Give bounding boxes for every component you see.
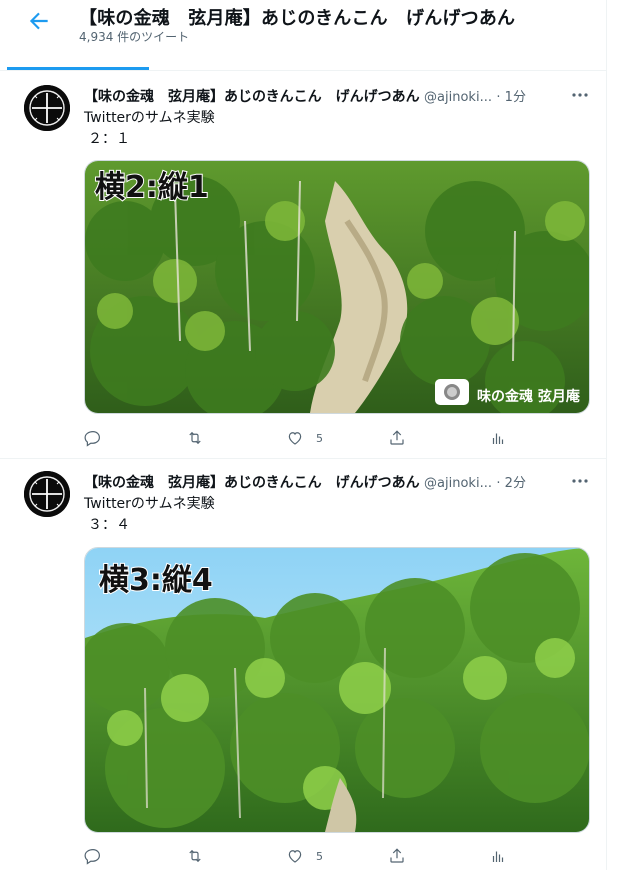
analytics-button[interactable] — [489, 427, 507, 449]
retweet-icon — [189, 849, 201, 863]
forest-sky-photo: 横3:縦4 — [85, 548, 589, 832]
handle[interactable]: @ajinoki... — [424, 476, 492, 491]
tweet-text-line: Twitterのサムネ実験 — [84, 496, 215, 512]
image-watermark: 味の金魂 弦月庵 — [477, 388, 581, 405]
tweet-text-line: ３：４ — [88, 517, 130, 533]
like-count: 5 — [316, 431, 323, 445]
tweet-text: Twitterのサムネ実験 ３：４ — [84, 494, 215, 536]
tweet-count: 4,934 件のツイート — [79, 30, 190, 44]
tweet-actions: 5 — [84, 845, 584, 869]
retweet-button[interactable] — [186, 845, 204, 867]
profile-header: 【味の金魂 弦月庵】あじのきんこん げんげつあん 4,934 件のツイート — [0, 0, 606, 48]
tweet-media-image[interactable]: 横2:縦1 味の金魂 弦月庵 — [84, 160, 590, 414]
like-count: 5 — [316, 849, 323, 863]
more-icon[interactable] — [570, 89, 590, 101]
tweet[interactable]: 【味の金魂 弦月庵】あじのきんこん げんげつあん @ajinoki... · 1… — [0, 71, 606, 459]
analytics-icon — [492, 433, 504, 444]
display-name[interactable]: 【味の金魂 弦月庵】あじのきんこん げんげつあん — [84, 475, 420, 491]
tweet[interactable]: 【味の金魂 弦月庵】あじのきんこん げんげつあん @ajinoki... · 2… — [0, 459, 606, 870]
avatar[interactable] — [24, 85, 70, 131]
retweet-button[interactable] — [186, 427, 204, 449]
image-caption: 横3:縦4 — [99, 563, 213, 598]
like-button[interactable]: 5 — [286, 427, 323, 449]
like-icon — [288, 432, 302, 445]
profile-name-title: 【味の金魂 弦月庵】あじのきんこん げんげつあん — [79, 8, 516, 29]
timeline-column: 【味の金魂 弦月庵】あじのきんこん げんげつあん 4,934 件のツイート 【味… — [0, 0, 607, 870]
tweet-text-line: ２：１ — [88, 131, 130, 147]
active-tab-indicator — [7, 67, 149, 70]
share-button[interactable] — [388, 427, 406, 449]
tweet-header: 【味の金魂 弦月庵】あじのきんこん げんげつあん @ajinoki... · 1… — [84, 86, 526, 106]
tweet-actions: 5 — [84, 427, 584, 451]
camera-watermark-icon — [435, 379, 469, 405]
tweet-text-line: Twitterのサムネ実験 — [84, 110, 215, 126]
more-icon[interactable] — [570, 475, 590, 487]
reply-icon — [84, 431, 100, 447]
share-icon — [390, 430, 404, 445]
reply-icon — [84, 849, 100, 865]
handle[interactable]: @ajinoki... — [424, 90, 492, 105]
avatar[interactable] — [24, 471, 70, 517]
like-button[interactable]: 5 — [286, 845, 323, 867]
tweet-media-image[interactable]: 横3:縦4 — [84, 547, 590, 833]
tweet-text: Twitterのサムネ実験 ２：１ — [84, 108, 215, 150]
share-icon — [390, 848, 404, 863]
image-caption: 横2:縦1 — [95, 170, 209, 205]
back-arrow-icon[interactable] — [26, 8, 52, 34]
analytics-button[interactable] — [489, 845, 507, 867]
share-button[interactable] — [388, 845, 406, 867]
analytics-icon — [492, 851, 504, 862]
timestamp[interactable]: · 2分 — [496, 476, 526, 491]
forest-cliff-photo: 横2:縦1 味の金魂 弦月庵 — [85, 161, 589, 413]
display-name[interactable]: 【味の金魂 弦月庵】あじのきんこん げんげつあん — [84, 89, 420, 105]
retweet-icon — [189, 431, 201, 445]
timestamp[interactable]: · 1分 — [496, 90, 526, 105]
tweet-header: 【味の金魂 弦月庵】あじのきんこん げんげつあん @ajinoki... · 2… — [84, 472, 526, 492]
reply-button[interactable] — [84, 427, 102, 449]
reply-button[interactable] — [84, 845, 102, 867]
like-icon — [288, 850, 302, 863]
